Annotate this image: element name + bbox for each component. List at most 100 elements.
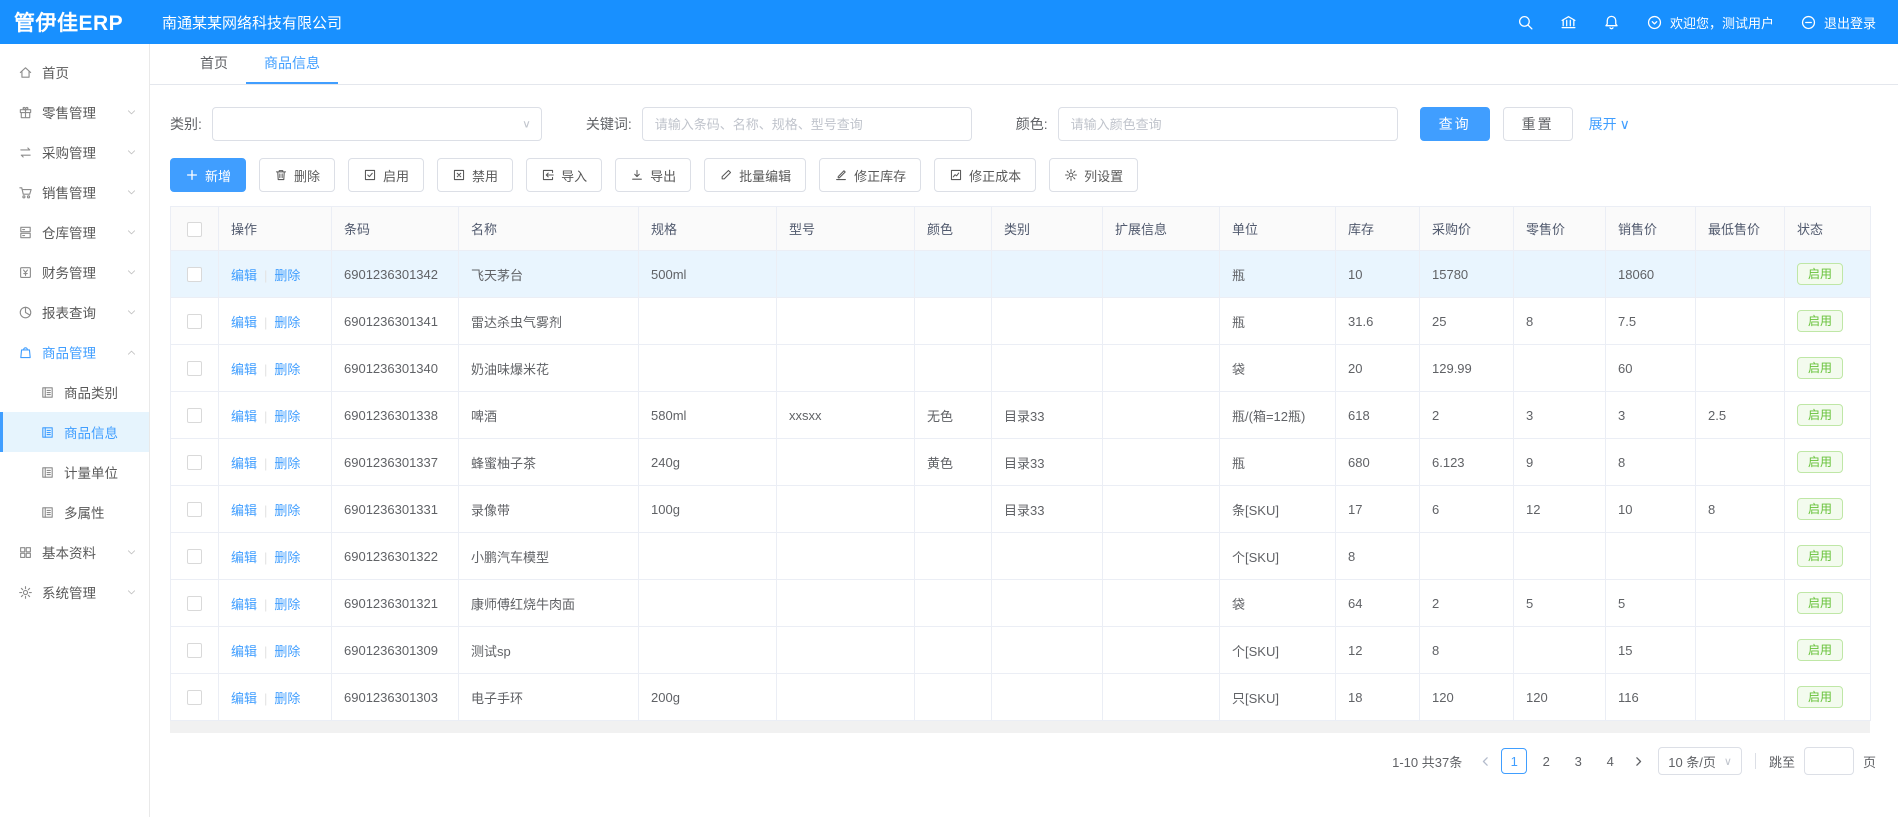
next-page-button[interactable]	[1632, 755, 1645, 768]
jump-page-input[interactable]	[1804, 747, 1854, 775]
delete-link[interactable]: 删除	[274, 550, 300, 565]
row-checkbox[interactable]	[187, 690, 202, 705]
search-icon[interactable]	[1517, 14, 1534, 31]
cell-actions: 编辑|删除	[219, 486, 332, 533]
row-checkbox[interactable]	[187, 549, 202, 564]
plus-icon	[185, 168, 199, 182]
page-number-2[interactable]: 2	[1533, 748, 1559, 774]
delete-link[interactable]: 删除	[274, 691, 300, 706]
edit-link[interactable]: 编辑	[231, 691, 257, 706]
user-status-icon	[1646, 14, 1663, 31]
cell-ext	[1103, 580, 1220, 627]
cell-model	[777, 533, 915, 580]
row-checkbox[interactable]	[187, 408, 202, 423]
color-input[interactable]	[1058, 107, 1398, 141]
delete-button[interactable]: 删除	[259, 158, 335, 192]
logout-button[interactable]: 退出登录	[1800, 13, 1876, 32]
sidebar-item-system[interactable]: 系统管理	[0, 572, 149, 612]
page-number-1[interactable]: 1	[1501, 748, 1527, 774]
delete-link[interactable]: 删除	[274, 644, 300, 659]
sidebar-item-finance[interactable]: 财务管理	[0, 252, 149, 292]
status-badge: 启用	[1797, 404, 1843, 426]
sidebar-item-sales[interactable]: 销售管理	[0, 172, 149, 212]
edit-link[interactable]: 编辑	[231, 456, 257, 471]
sidebar-item-retail[interactable]: 零售管理	[0, 92, 149, 132]
edit-link[interactable]: 编辑	[231, 644, 257, 659]
delete-link[interactable]: 删除	[274, 362, 300, 377]
page-number-4[interactable]: 4	[1597, 748, 1623, 774]
category-select[interactable]: ∨	[212, 107, 542, 141]
expand-link[interactable]: 展开 ∨	[1589, 114, 1630, 134]
cell-sale: 15	[1606, 627, 1696, 674]
edit-link[interactable]: 编辑	[231, 409, 257, 424]
sidebar-item-product-mgmt[interactable]: 商品管理	[0, 332, 149, 372]
cell-color	[915, 298, 992, 345]
column-set-button[interactable]: 列设置	[1049, 158, 1138, 192]
welcome-user[interactable]: 欢迎您，测试用户	[1646, 13, 1774, 32]
cell-actions: 编辑|删除	[219, 627, 332, 674]
adjust-cost-button[interactable]: 修正成本	[934, 158, 1036, 192]
sidebar-item-basic-data[interactable]: 基本资料	[0, 532, 149, 572]
edit-link[interactable]: 编辑	[231, 315, 257, 330]
enable-button[interactable]: 启用	[348, 158, 424, 192]
cell-stock: 8	[1336, 533, 1420, 580]
row-checkbox[interactable]	[187, 361, 202, 376]
edit-link[interactable]: 编辑	[231, 268, 257, 283]
edit-link[interactable]: 编辑	[231, 597, 257, 612]
sidebar-item-label: 系统管理	[42, 582, 126, 602]
batch-edit-button[interactable]: 批量编辑	[704, 158, 806, 192]
cell-retail: 12	[1514, 486, 1606, 533]
sidebar-item-warehouse[interactable]: 仓库管理	[0, 212, 149, 252]
keyword-input[interactable]	[642, 107, 972, 141]
cell-unit: 瓶/(箱=12瓶)	[1220, 392, 1336, 439]
sidebar-item-purchase[interactable]: 采购管理	[0, 132, 149, 172]
status-badge: 启用	[1797, 686, 1843, 708]
row-checkbox[interactable]	[187, 314, 202, 329]
sidebar-item-product-category[interactable]: 商品类别	[0, 372, 149, 412]
export-button[interactable]: 导出	[615, 158, 691, 192]
sidebar-item-label: 采购管理	[42, 142, 126, 162]
delete-link[interactable]: 删除	[274, 315, 300, 330]
sidebar-item-product-info[interactable]: 商品信息	[0, 412, 149, 452]
disable-button[interactable]: 禁用	[437, 158, 513, 192]
chevron-down-icon	[126, 187, 137, 198]
select-all-checkbox[interactable]	[187, 222, 202, 237]
tab-product-info[interactable]: 商品信息	[246, 44, 338, 84]
tab-home[interactable]: 首页	[182, 44, 246, 84]
add-button[interactable]: 新增	[170, 158, 246, 192]
bank-icon[interactable]	[1560, 14, 1577, 31]
page-number-3[interactable]: 3	[1565, 748, 1591, 774]
row-checkbox[interactable]	[187, 596, 202, 611]
delete-link[interactable]: 删除	[274, 409, 300, 424]
row-checkbox[interactable]	[187, 643, 202, 658]
edit-link[interactable]: 编辑	[231, 503, 257, 518]
cell-min	[1696, 345, 1785, 392]
prev-page-button[interactable]	[1479, 755, 1492, 768]
sidebar-item-reports[interactable]: 报表查询	[0, 292, 149, 332]
sidebar-item-label: 仓库管理	[42, 222, 126, 242]
edit-link[interactable]: 编辑	[231, 362, 257, 377]
page-size-select[interactable]: 10 条/页 ∨	[1658, 747, 1742, 775]
cell-name: 飞天茅台	[459, 251, 639, 298]
column-header: 类别	[992, 207, 1103, 251]
sidebar-item-home[interactable]: 首页	[0, 52, 149, 92]
row-checkbox[interactable]	[187, 455, 202, 470]
delete-link[interactable]: 删除	[274, 456, 300, 471]
row-checkbox[interactable]	[187, 502, 202, 517]
delete-link[interactable]: 删除	[274, 597, 300, 612]
horizontal-scrollbar[interactable]	[170, 721, 1870, 733]
bell-icon[interactable]	[1603, 14, 1620, 31]
reset-button[interactable]: 重置	[1503, 107, 1573, 141]
row-checkbox[interactable]	[187, 267, 202, 282]
import-button[interactable]: 导入	[526, 158, 602, 192]
edit-link[interactable]: 编辑	[231, 550, 257, 565]
sidebar-item-multi-attrs[interactable]: 多属性	[0, 492, 149, 532]
table-header-row: 操作条码名称规格型号颜色类别扩展信息单位库存采购价零售价销售价最低售价状态	[171, 207, 1871, 251]
sidebar-item-measure-units[interactable]: 计量单位	[0, 452, 149, 492]
search-button[interactable]: 查询	[1420, 107, 1490, 141]
delete-link[interactable]: 删除	[274, 503, 300, 518]
grid-icon	[18, 545, 33, 560]
delete-link[interactable]: 删除	[274, 268, 300, 283]
cell-barcode: 6901236301342	[332, 251, 459, 298]
adjust-stock-button[interactable]: 修正库存	[819, 158, 921, 192]
